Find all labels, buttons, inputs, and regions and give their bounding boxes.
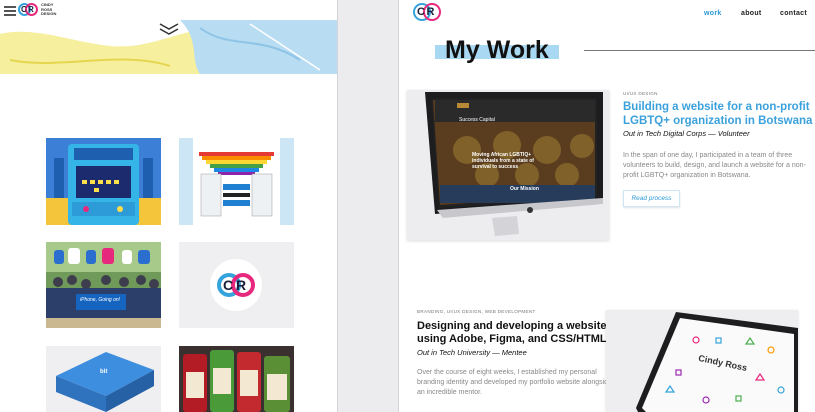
tile-bit-box[interactable]: bit — [46, 346, 161, 412]
page-title: My Work — [445, 36, 549, 64]
mobile-portfolio-view: C R CINDY ROSS DESIGN iPhone, Going on! … — [0, 0, 338, 412]
project-1-role: Out in Tech Digital Corps — Volunteer — [623, 129, 750, 138]
desktop-portfolio-view: C R work about contact My Work Success C… — [398, 0, 815, 412]
project-2-title[interactable]: Designing and developing a website using… — [417, 320, 612, 346]
project-2-tag: BRANDING, UI/UX DESIGN, WEB DEVELOPMENT — [417, 309, 536, 314]
title-divider — [584, 50, 815, 51]
project-1-tag: UI/UX DESIGN — [623, 91, 658, 96]
cr-logo-mark: C R — [215, 271, 257, 299]
cr-logo-mark: C R — [413, 3, 443, 21]
project-2-image[interactable]: Cindy Ross — [606, 310, 798, 412]
tile-lgbtq-building[interactable] — [179, 138, 294, 225]
nav-about[interactable]: about — [741, 10, 762, 17]
nav-work[interactable]: work — [704, 10, 722, 17]
tile-arcade[interactable] — [46, 138, 161, 225]
project-1-image[interactable]: Success Capital Moving African LGBTIQ+ i… — [407, 90, 609, 240]
project-1-title[interactable]: Building a website for a non-profit LGBT… — [623, 101, 813, 129]
cr-logo-mark: C R — [18, 3, 38, 17]
hamburger-icon[interactable] — [4, 6, 16, 18]
site-logo[interactable]: C R CINDY ROSS DESIGN — [18, 3, 56, 17]
project-2-role: Out in Tech University — Mentee — [417, 348, 527, 357]
nav-contact[interactable]: contact — [780, 10, 807, 17]
tile-group-photo[interactable]: iPhone, Going on! — [46, 242, 161, 328]
logo-wordmark: CINDY ROSS DESIGN — [41, 2, 57, 17]
project-2-description: Over the course of eight weeks, I establ… — [417, 369, 612, 397]
double-chevron-down-icon[interactable] — [159, 22, 179, 40]
project-1-description: In the span of one day, I participated i… — [623, 152, 806, 180]
tile-cr-logo[interactable]: C R — [179, 242, 294, 328]
tile-juice-bottles[interactable] — [179, 346, 294, 412]
site-logo[interactable]: C R — [413, 3, 443, 21]
read-process-button[interactable]: Read process — [623, 190, 680, 207]
